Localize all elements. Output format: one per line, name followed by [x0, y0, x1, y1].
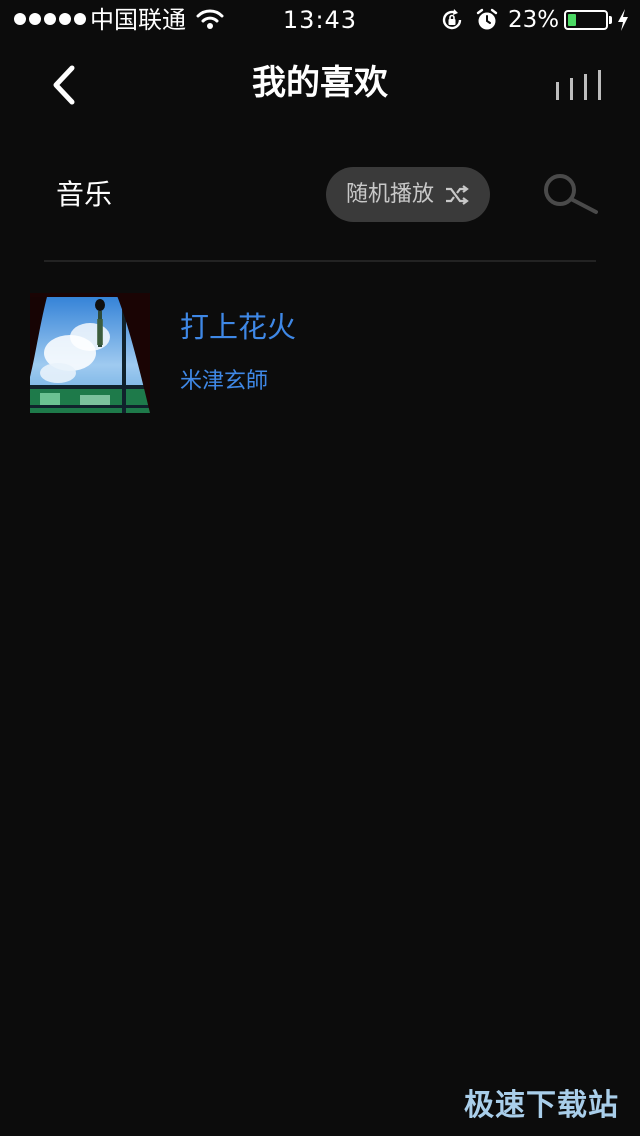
album-art-image — [30, 293, 150, 413]
battery-icon — [564, 10, 608, 30]
search-icon — [544, 174, 598, 214]
battery-level — [568, 14, 576, 26]
song-row[interactable]: 打上花火 米津玄師 — [30, 293, 610, 415]
search-button[interactable] — [540, 172, 600, 218]
shuffle-play-label: 随机播放 — [345, 181, 434, 207]
charging-bolt-icon — [618, 9, 628, 31]
watermark: 极速下载站 — [464, 1088, 619, 1123]
status-bar: 中国联通 13:43 23% — [0, 0, 640, 40]
page-title: 我的喜欢 — [252, 63, 388, 103]
battery-percent: 23% — [508, 7, 560, 33]
battery-nub — [609, 16, 612, 24]
section-divider — [44, 260, 596, 262]
now-playing-button[interactable] — [552, 68, 608, 104]
alarm-icon — [476, 8, 498, 30]
section-label: 音乐 — [56, 178, 113, 211]
shuffle-play-button[interactable]: 随机播放 — [326, 167, 490, 222]
album-art — [30, 293, 150, 413]
shuffle-icon — [446, 184, 469, 205]
song-title: 打上花火 — [180, 310, 297, 344]
now-playing-bars-icon — [556, 70, 601, 100]
rotation-lock-icon — [442, 9, 462, 30]
song-artist: 米津玄師 — [180, 369, 269, 394]
